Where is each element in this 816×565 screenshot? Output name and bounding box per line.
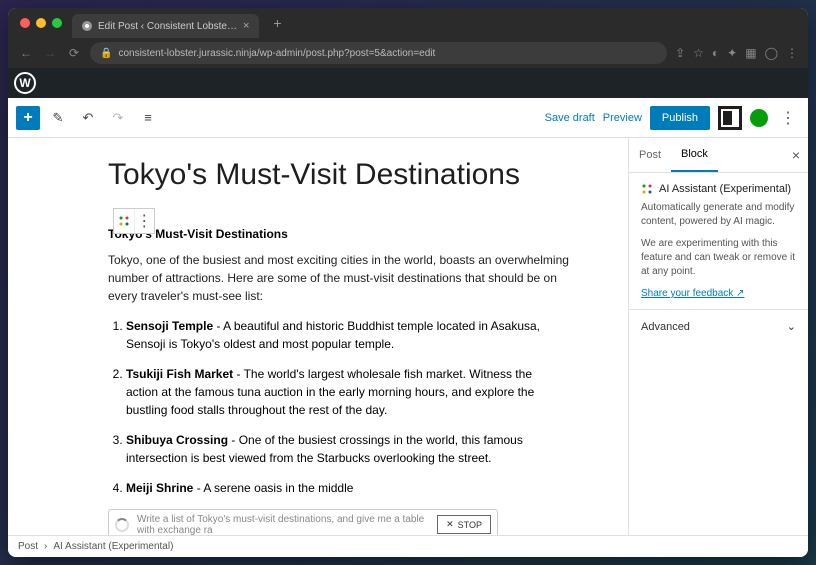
tab-post[interactable]: Post xyxy=(629,139,671,171)
tab-title: Edit Post ‹ Consistent Lobste… xyxy=(98,21,237,32)
ai-assistant-panel: AI Assistant (Experimental) Automaticall… xyxy=(629,173,808,310)
more-menu-icon[interactable]: ⋮ xyxy=(776,108,800,128)
save-draft-button[interactable]: Save draft xyxy=(545,112,595,124)
window-close-icon[interactable] xyxy=(20,18,30,28)
add-block-button[interactable]: + xyxy=(16,106,40,130)
address-bar[interactable]: 🔒 consistent-lobster.jurassic.ninja/wp-a… xyxy=(90,42,667,64)
preview-button[interactable]: Preview xyxy=(603,112,642,124)
redo-icon[interactable]: ↷ xyxy=(106,106,130,130)
wp-admin-bar: W xyxy=(8,68,808,98)
title-bar: Edit Post ‹ Consistent Lobste… × + xyxy=(8,8,808,38)
post-title[interactable]: Tokyo's Must-Visit Destinations xyxy=(108,158,588,193)
editor-toolbar: + ✎ ↶ ↷ ≡ Save draft Preview Publish ⋮ xyxy=(8,98,808,138)
favicon-icon xyxy=(82,21,92,31)
window-maximize-icon[interactable] xyxy=(52,18,62,28)
menu-icon[interactable]: ⋮ xyxy=(786,46,798,60)
spinner-icon xyxy=(115,518,129,532)
ai-block-icon[interactable] xyxy=(114,209,134,233)
content-intro[interactable]: Tokyo, one of the busiest and most excit… xyxy=(108,251,588,305)
settings-sidebar: Post Block × AI Assistant (Experimental)… xyxy=(628,138,808,535)
advanced-label: Advanced xyxy=(641,321,690,333)
tab-block[interactable]: Block xyxy=(671,138,718,172)
profile-icon[interactable]: ◯ xyxy=(765,46,778,60)
list-item: Sensoji Temple - A beautiful and histori… xyxy=(126,317,588,353)
panel-desc-2: We are experimenting with this feature a… xyxy=(641,237,796,279)
breadcrumb-item[interactable]: Post xyxy=(18,541,38,552)
ai-panel-icon xyxy=(641,183,653,195)
share-icon[interactable]: ⇪ xyxy=(675,46,685,60)
content-list[interactable]: Sensoji Temple - A beautiful and histori… xyxy=(108,317,588,497)
list-item: Tsukiji Fish Market - The world's larges… xyxy=(126,365,588,419)
ai-prompt-bar: Write a list of Tokyo's must-visit desti… xyxy=(108,509,498,536)
list-item: Shibuya Crossing - One of the busiest cr… xyxy=(126,431,588,467)
block-toolbar[interactable]: ⋮ xyxy=(113,208,155,234)
tab-close-icon[interactable]: × xyxy=(243,20,249,32)
breadcrumb-item[interactable]: AI Assistant (Experimental) xyxy=(53,541,173,552)
panel-title: AI Assistant (Experimental) xyxy=(659,183,791,195)
breadcrumb: Post › AI Assistant (Experimental) xyxy=(8,535,808,557)
url-text: consistent-lobster.jurassic.ninja/wp-adm… xyxy=(118,48,435,59)
lock-icon: 🔒 xyxy=(100,48,112,59)
new-tab-icon[interactable]: + xyxy=(273,15,281,31)
outline-icon[interactable]: ≡ xyxy=(136,106,160,130)
settings-toggle-icon[interactable] xyxy=(718,106,742,130)
feedback-link[interactable]: Share your feedback ↗ xyxy=(641,288,744,299)
publish-button[interactable]: Publish xyxy=(650,106,710,130)
shield-icon[interactable]: ◐ xyxy=(712,46,719,60)
extensions-icon[interactable]: ✦ xyxy=(727,46,737,60)
list-item: Meiji Shrine - A serene oasis in the mid… xyxy=(126,479,588,497)
reload-icon[interactable]: ⟳ xyxy=(66,45,82,61)
undo-icon[interactable]: ↶ xyxy=(76,106,100,130)
grid-icon[interactable]: ▦ xyxy=(745,46,756,60)
browser-tab[interactable]: Edit Post ‹ Consistent Lobste… × xyxy=(72,14,259,38)
edit-icon[interactable]: ✎ xyxy=(46,106,70,130)
chevron-down-icon: ⌄ xyxy=(787,320,796,333)
star-icon[interactable]: ☆ xyxy=(693,46,704,60)
forward-icon[interactable]: → xyxy=(42,45,58,61)
back-icon[interactable]: ← xyxy=(18,45,34,61)
close-icon: ✕ xyxy=(446,519,454,530)
advanced-panel[interactable]: Advanced ⌄ xyxy=(629,310,808,343)
url-bar: ← → ⟳ 🔒 consistent-lobster.jurassic.ninj… xyxy=(8,38,808,68)
wordpress-logo-icon[interactable]: W xyxy=(14,72,36,94)
ai-prompt-text[interactable]: Write a list of Tokyo's must-visit desti… xyxy=(137,514,429,536)
window-minimize-icon[interactable] xyxy=(36,18,46,28)
block-options-icon[interactable]: ⋮ xyxy=(134,209,155,233)
stop-button[interactable]: ✕STOP xyxy=(437,515,491,534)
editor-content[interactable]: Tokyo's Must-Visit Destinations ⋮ Tokyo'… xyxy=(8,138,628,535)
content-subheading[interactable]: Tokyo's Must-Visit Destinations xyxy=(108,227,588,241)
chevron-right-icon: › xyxy=(44,541,47,552)
panel-desc-1: Automatically generate and modify conten… xyxy=(641,201,796,229)
sidebar-close-icon[interactable]: × xyxy=(784,147,808,163)
jetpack-icon[interactable] xyxy=(750,109,768,127)
